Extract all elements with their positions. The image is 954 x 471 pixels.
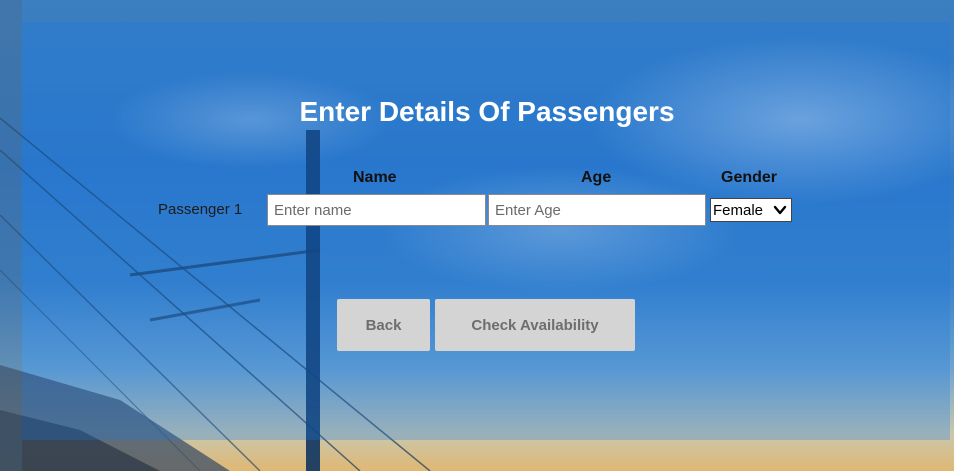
back-button[interactable]: Back — [337, 299, 430, 351]
column-header-age: Age — [581, 169, 612, 186]
gender-select-value: Female — [713, 201, 764, 219]
gender-select[interactable]: Female — [710, 198, 792, 222]
passenger-name-input[interactable] — [267, 194, 486, 226]
passenger-age-input[interactable] — [488, 194, 706, 226]
page-title: Enter Details Of Passengers — [299, 96, 675, 127]
passenger-row-label: Passenger 1 — [158, 201, 243, 218]
column-header-name: Name — [353, 169, 397, 186]
check-availability-button[interactable]: Check Availability — [435, 299, 635, 351]
form-panel — [22, 22, 950, 440]
chevron-down-icon — [773, 205, 787, 215]
column-header-gender: Gender — [721, 169, 778, 186]
